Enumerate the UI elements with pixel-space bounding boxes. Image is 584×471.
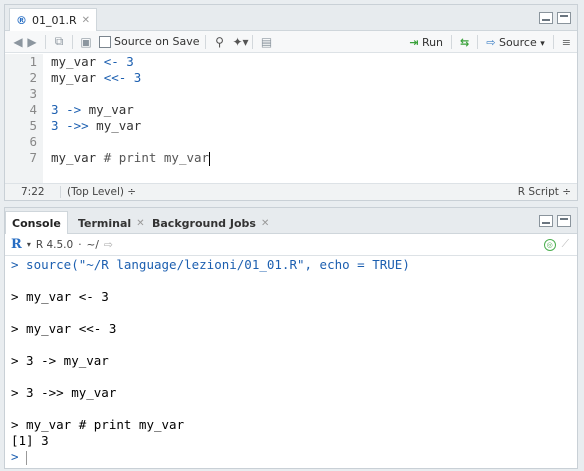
close-icon[interactable]: ✕ xyxy=(136,218,144,229)
toolbar-divider xyxy=(72,34,73,49)
text-cursor xyxy=(209,151,211,166)
tab-label: Console xyxy=(12,216,61,230)
toolbar-divider xyxy=(45,34,46,49)
show-in-window-icon[interactable]: ⧉ xyxy=(52,34,66,49)
file-type-dropdown[interactable]: R Script ÷ xyxy=(518,186,571,198)
toolbar-divider xyxy=(552,35,554,49)
save-icon[interactable]: ▣ xyxy=(79,35,93,49)
toolbar-divider xyxy=(451,35,453,49)
tab-label: Terminal xyxy=(78,216,132,230)
editor-tabstrip: ® 01_01.R ✕ xyxy=(5,5,577,31)
prompt-symbol: > xyxy=(11,449,19,464)
line-number: 5 xyxy=(29,118,37,133)
console-line: > my_var <<- 3 xyxy=(11,321,117,336)
editor-toolbar: ◀ ▶ ⧉ ▣ Source on Save ⚲ ✦▾ ▤ ⇥ Run ⇆ ⇨ … xyxy=(5,31,577,53)
code-line: my_var <- 3 xyxy=(51,54,134,69)
outline-icon[interactable]: ≡ xyxy=(562,36,571,49)
toolbar-divider xyxy=(205,34,207,49)
tab-01_01-r[interactable]: ® 01_01.R ✕ xyxy=(9,8,98,31)
console-line: [1] 3 xyxy=(11,433,49,448)
code-line: 3 ->> my_var xyxy=(51,118,142,133)
line-number: 6 xyxy=(29,134,37,149)
maximize-pane-button[interactable] xyxy=(557,12,571,24)
close-icon[interactable]: ✕ xyxy=(82,15,90,26)
chevron-down-icon: ▾ xyxy=(540,38,545,49)
text-cursor xyxy=(26,450,28,465)
source-button[interactable]: ⇨ Source ▾ xyxy=(486,36,545,49)
magic-wand-icon[interactable]: ✦▾ xyxy=(232,35,248,49)
code-line: 3 -> my_var xyxy=(51,102,134,117)
go-to-directory-icon[interactable]: ⇨ xyxy=(104,239,113,251)
line-number: 7 xyxy=(29,150,37,165)
line-number: 4 xyxy=(29,102,37,117)
console-line: > source("~/R language/lezioni/01_01.R",… xyxy=(11,257,410,272)
toolbar-divider xyxy=(477,35,479,49)
chevron-down-icon[interactable]: ▾ xyxy=(27,240,31,249)
console-pane: Console Terminal ✕ Background Jobs ✕ R ▾… xyxy=(4,207,578,469)
tab-label: Background Jobs xyxy=(152,216,256,230)
source-on-save-checkbox[interactable] xyxy=(99,35,111,48)
console-line: > my_var <- 3 xyxy=(11,289,109,304)
r-version: R 4.5.0 xyxy=(35,238,74,251)
tab-console[interactable]: Console xyxy=(5,211,68,234)
run-icon: ⇥ xyxy=(409,35,419,49)
run-label: Run xyxy=(421,35,444,49)
source-on-save-label: Source on Save xyxy=(114,35,200,48)
console-output[interactable]: > source("~/R language/lezioni/01_01.R",… xyxy=(5,257,577,468)
pane-controls xyxy=(539,215,571,227)
line-number: 2 xyxy=(29,70,37,85)
toolbar-divider xyxy=(252,34,254,49)
line-number-gutter: 1 2 3 4 5 6 7 xyxy=(5,54,43,185)
console-line: > 3 ->> my_var xyxy=(11,385,117,400)
tab-label: 01_01.R xyxy=(32,13,77,27)
console-prompt[interactable]: > xyxy=(11,449,577,465)
cursor-position: 7:22 xyxy=(5,186,61,198)
pane-controls xyxy=(539,12,571,24)
minimize-pane-button[interactable] xyxy=(539,12,553,24)
compile-report-icon[interactable]: ▤ xyxy=(259,35,273,49)
scope-dropdown[interactable]: (Top Level) ÷ xyxy=(61,186,136,198)
clear-console-icon[interactable]: ◎ xyxy=(543,238,556,251)
console-toolbar: R ▾ R 4.5.0 · ~/ ⇨ ◎ ⟋ xyxy=(5,234,577,256)
tab-terminal[interactable]: Terminal ✕ xyxy=(71,211,152,234)
source-icon: ⇨ xyxy=(486,35,496,49)
toolbar-right-group: ⇥ Run ⇆ ⇨ Source ▾ ≡ xyxy=(409,31,571,53)
console-line: > 3 -> my_var xyxy=(11,353,109,368)
back-icon[interactable]: ◀ xyxy=(11,35,25,49)
code-line: my_var # print my_var xyxy=(51,150,211,166)
editor-statusbar: 7:22 (Top Level) ÷ R Script ÷ xyxy=(5,183,577,200)
r-file-icon: ® xyxy=(16,13,27,27)
separator-dot: · xyxy=(78,238,82,251)
line-number: 1 xyxy=(29,54,37,69)
minimize-pane-button[interactable] xyxy=(539,215,553,227)
rerun-icon[interactable]: ⇆ xyxy=(460,36,469,49)
run-button[interactable]: ⇥ Run xyxy=(409,36,443,49)
line-number: 3 xyxy=(29,86,37,101)
forward-icon[interactable]: ▶ xyxy=(25,35,39,49)
search-icon[interactable]: ⚲ xyxy=(212,35,226,49)
code-line: my_var <<- 3 xyxy=(51,70,142,85)
code-lines: my_var <- 3 my_var <<- 3 3 -> my_var 3 -… xyxy=(51,54,577,166)
close-icon[interactable]: ✕ xyxy=(261,218,269,229)
code-area[interactable]: 1 2 3 4 5 6 7 my_var <- 3 my_var <<- 3 3… xyxy=(5,54,577,185)
console-toolbar-right: ◎ ⟋ xyxy=(543,238,569,251)
source-editor-pane: ® 01_01.R ✕ ◀ ▶ ⧉ ▣ Source on Save ⚲ ✦▾ … xyxy=(4,4,578,201)
source-label: Source xyxy=(498,35,537,49)
tab-background-jobs[interactable]: Background Jobs ✕ xyxy=(145,211,276,234)
maximize-pane-button[interactable] xyxy=(557,215,571,227)
console-tabstrip: Console Terminal ✕ Background Jobs ✕ xyxy=(5,208,577,234)
working-directory: ~/ xyxy=(86,238,99,251)
console-line: > my_var # print my_var xyxy=(11,417,185,432)
broom-icon[interactable]: ⟋ xyxy=(562,238,569,251)
r-logo-icon: R xyxy=(11,237,22,252)
